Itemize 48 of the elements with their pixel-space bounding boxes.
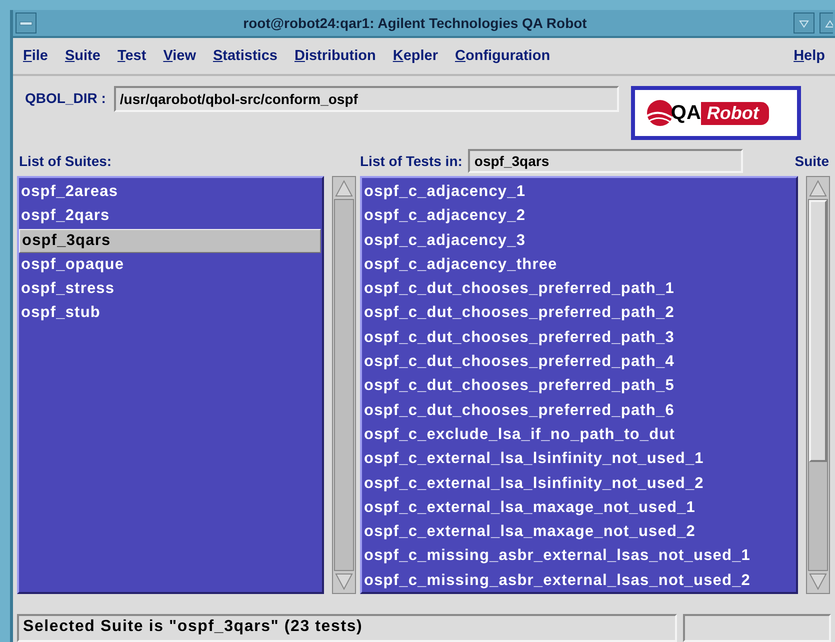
- field-label: QBOL_DIR :: [25, 90, 106, 106]
- list-row[interactable]: ospf_2areas: [19, 180, 322, 204]
- suite-field[interactable]: ospf_3qars: [468, 149, 744, 173]
- status-text: Selected Suite is "ospf_3qars" (23 tests): [17, 614, 677, 642]
- list-row[interactable]: ospf_c_dut_chooses_preferred_path_1: [362, 277, 796, 302]
- list-row[interactable]: ospf_c_dut_chooses_preferred_path_6: [362, 398, 796, 423]
- menu-item[interactable]: Suite: [64, 48, 100, 64]
- list-row[interactable]: ospf_c_dut_chooses_preferred_path_4: [362, 350, 796, 374]
- list-row[interactable]: ospf_c_external_lsa_maxage_not_used_1: [362, 496, 796, 520]
- scrollbar[interactable]: [806, 176, 830, 594]
- menu-item[interactable]: Kepler: [392, 48, 438, 64]
- list-row[interactable]: ospf_c_external_lsa_maxage_not_used_2: [362, 520, 796, 544]
- list-label: List of Suites:: [18, 152, 113, 171]
- menu-item[interactable]: File: [23, 48, 48, 64]
- list-row[interactable]: ospf_c_adjacency_2: [362, 204, 796, 229]
- list-row[interactable]: ospf_c_adjacency_1: [362, 180, 796, 204]
- list-row[interactable]: ospf_c_dut_chooses_preferred_path_2: [362, 301, 796, 326]
- menu-item[interactable]: Distribution: [294, 48, 376, 64]
- minimize-icon[interactable]: [793, 12, 815, 34]
- list-row[interactable]: ospf_c_dut_chooses_preferred_path_5: [362, 374, 796, 399]
- list-row[interactable]: ospf_c_missing_asbr_external_lsas_not_used_2: [362, 568, 796, 594]
- list-row[interactable]: ospf_c_exclude_lsa_if_no_path_to_dut: [362, 422, 796, 448]
- menu-item[interactable]: Help: [794, 48, 825, 64]
- maximize-icon[interactable]: [819, 12, 833, 34]
- window-menu-icon[interactable]: [15, 12, 37, 34]
- column-label: Suite: [794, 153, 829, 169]
- list-row[interactable]: ospf_opaque: [19, 252, 322, 278]
- list-row[interactable]: ospf_stress: [19, 277, 322, 302]
- list-row[interactable]: ospf_c_adjacency_three: [362, 252, 796, 278]
- list-row[interactable]: ospf_c_external_lsa_lsinfinity_not_used_2: [362, 472, 796, 496]
- list-label: List of Tests in:: [360, 153, 462, 169]
- list-row[interactable]: ospf_stub: [19, 301, 322, 326]
- menu-item[interactable]: Test: [117, 48, 146, 64]
- list-row[interactable]: ospf_c_missing_asbr_external_lsas_not_used_1: [362, 544, 796, 569]
- window-title: root@robot24:qar1: Agilent Technologies QA Robot: [242, 15, 588, 31]
- list-row[interactable]: ospf_2qars: [19, 204, 322, 229]
- menu-item[interactable]: Statistics: [212, 48, 278, 64]
- logo-text: Robot: [700, 102, 769, 124]
- menu-item[interactable]: View: [163, 48, 196, 64]
- list-row[interactable]: ospf_c_adjacency_3: [362, 228, 796, 253]
- list-row[interactable]: ospf_c_external_lsa_lsinfinity_not_used_1: [362, 447, 796, 472]
- path-field[interactable]: /usr/qarobot/qbol-src/conform_ospf: [114, 86, 619, 112]
- list-row[interactable]: ospf_c_dut_chooses_preferred_path_3: [362, 326, 796, 350]
- list-row[interactable]: ospf_3qars: [19, 228, 321, 253]
- menu-item[interactable]: Configuration: [455, 48, 550, 64]
- scrollbar[interactable]: [332, 176, 356, 594]
- logo-text: QA: [670, 102, 701, 124]
- scrollbar-thumb[interactable]: [809, 200, 827, 462]
